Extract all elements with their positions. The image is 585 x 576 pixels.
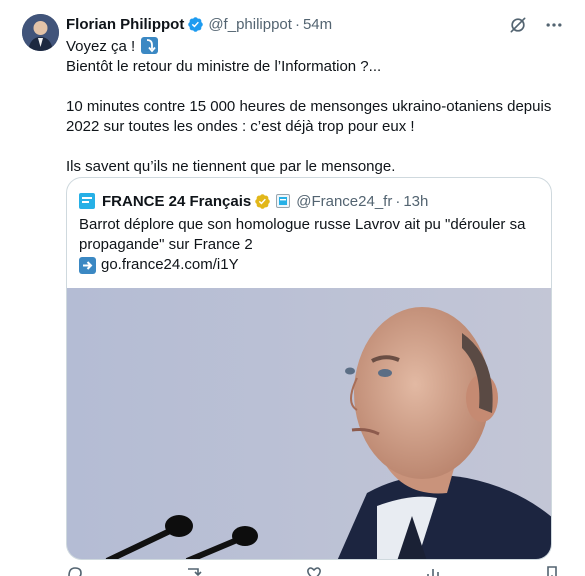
curved-down-arrow-emoji-icon bbox=[141, 37, 159, 54]
more-icon[interactable] bbox=[543, 14, 565, 36]
grok-icon[interactable] bbox=[507, 14, 529, 36]
author-name[interactable]: Florian Philippot bbox=[66, 16, 184, 33]
right-arrow-emoji-icon bbox=[79, 256, 96, 274]
tweet[interactable]: Florian Philippot @f_philippot · 54m Voy… bbox=[0, 0, 585, 576]
tweet-line-3: 10 minutes contre 15 000 heures de menso… bbox=[66, 98, 552, 135]
repost-icon[interactable] bbox=[185, 566, 203, 576]
affiliate-badge-icon[interactable] bbox=[276, 194, 291, 208]
tweet-line-1: Voyez ça ! bbox=[66, 37, 561, 57]
france24-logo-icon[interactable] bbox=[79, 193, 95, 209]
quoted-tweet-body: Barrot déplore que son homologue russe L… bbox=[79, 216, 526, 253]
tweet-text: Voyez ça ! Bientôt le retour du ministre… bbox=[66, 37, 561, 177]
separator-dot: · bbox=[395, 192, 401, 210]
tweet-line-2: Bientôt le retour du ministre de l’Infor… bbox=[66, 58, 382, 75]
top-actions bbox=[507, 14, 565, 36]
quoted-link-row: go.france24.com/i1Y bbox=[79, 255, 541, 275]
bookmark-icon[interactable] bbox=[543, 566, 561, 576]
portrait-image bbox=[67, 288, 551, 559]
quoted-tweet[interactable]: FRANCE 24 Français @France24_fr · 13h Ba… bbox=[66, 177, 552, 560]
avatar[interactable] bbox=[22, 14, 59, 51]
tweet-line-4: Ils savent qu’ils ne tiennent que par le… bbox=[66, 158, 396, 175]
quoted-author-handle[interactable]: @France24_fr bbox=[296, 193, 392, 210]
action-bar bbox=[66, 566, 561, 576]
quoted-tweet-text: Barrot déplore que son homologue russe L… bbox=[79, 215, 541, 275]
quoted-author-name[interactable]: FRANCE 24 Français bbox=[102, 193, 251, 210]
quoted-photo[interactable] bbox=[67, 288, 551, 559]
timestamp[interactable]: 54m bbox=[303, 16, 332, 33]
gold-verified-badge-icon[interactable] bbox=[254, 193, 271, 210]
tweet-line-1-text: Voyez ça ! bbox=[66, 38, 136, 55]
quoted-link[interactable]: go.france24.com/i1Y bbox=[101, 255, 239, 275]
separator-dot: · bbox=[294, 15, 300, 33]
author-handle[interactable]: @f_philippot bbox=[208, 16, 292, 33]
views-icon[interactable] bbox=[424, 566, 442, 576]
quoted-timestamp[interactable]: 13h bbox=[403, 193, 428, 210]
avatar-image bbox=[22, 14, 59, 51]
quoted-tweet-header: FRANCE 24 Français @France24_fr · 13h bbox=[79, 191, 428, 211]
verified-badge-icon[interactable] bbox=[187, 16, 204, 33]
tweet-header: Florian Philippot @f_philippot · 54m bbox=[66, 14, 332, 34]
reply-icon[interactable] bbox=[66, 566, 84, 576]
like-icon[interactable] bbox=[305, 566, 323, 576]
